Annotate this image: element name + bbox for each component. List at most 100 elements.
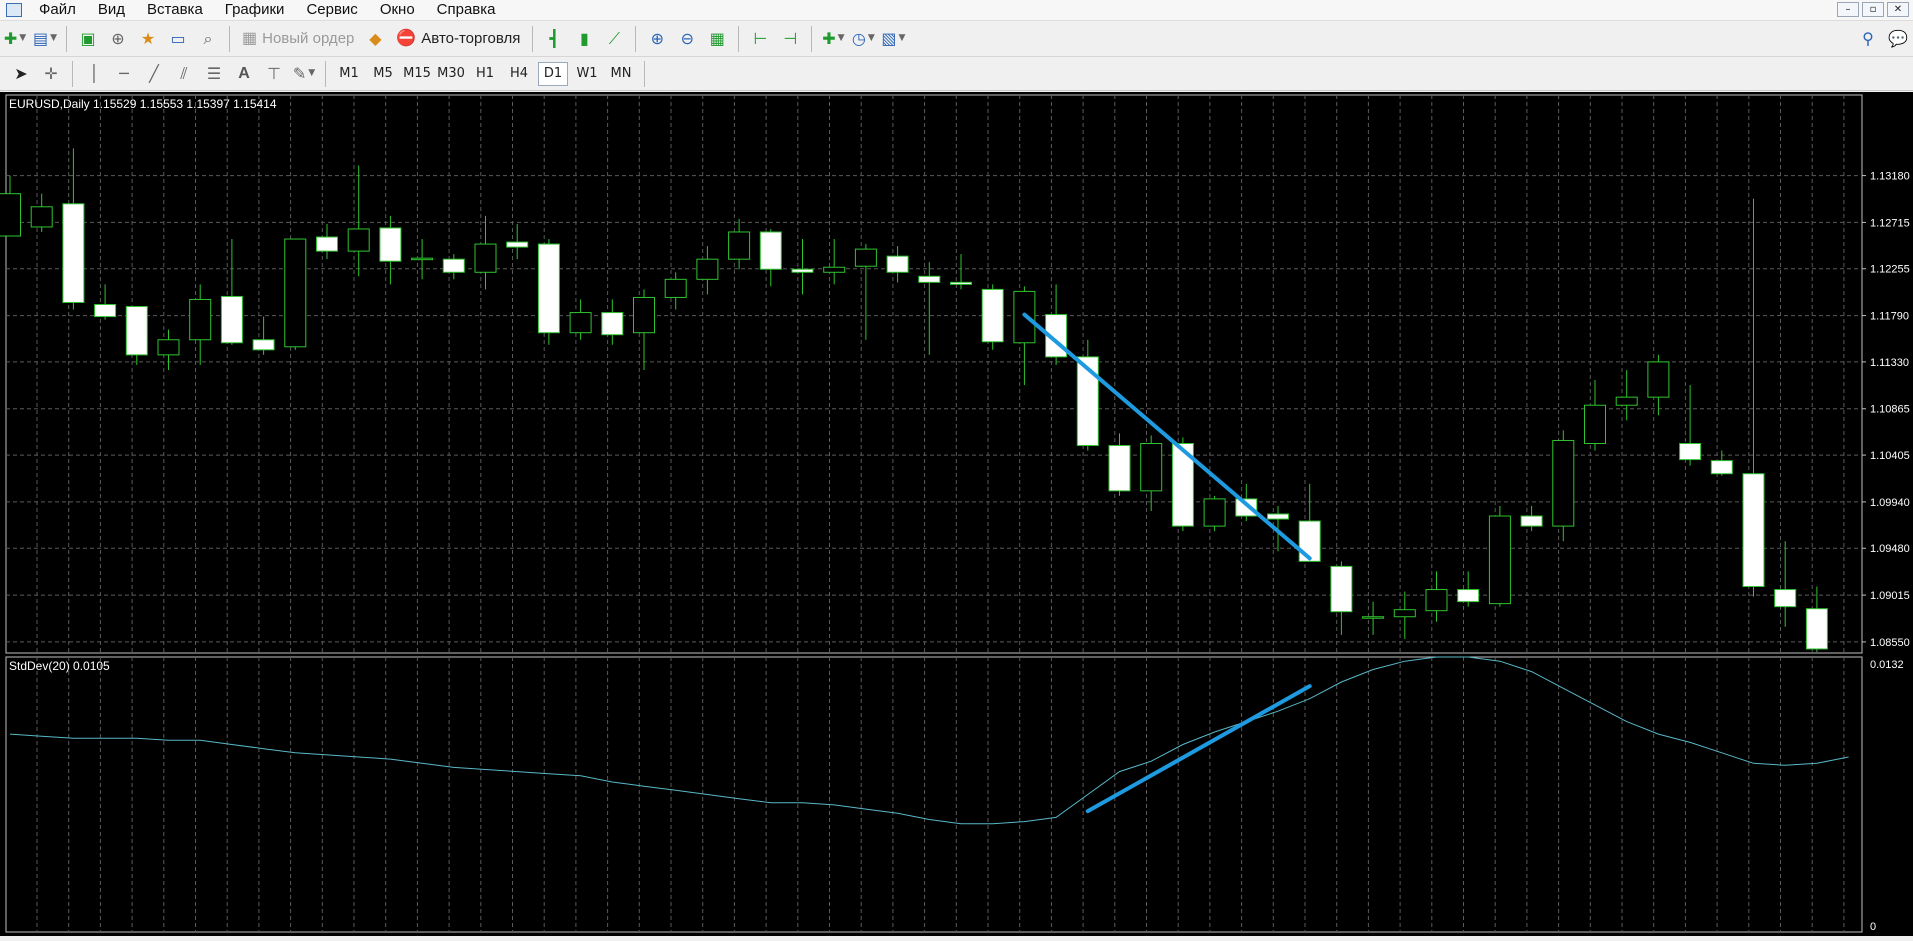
data-window-button[interactable]: ⊕	[105, 26, 131, 52]
menu-tools[interactable]: Сервис	[295, 0, 368, 20]
candle-body	[1710, 460, 1733, 475]
shapes-tool-button[interactable]: ✎ ▼	[291, 61, 317, 87]
line-chart-icon: ⟋	[608, 28, 620, 48]
metaeditor-button[interactable]: ◆	[362, 26, 388, 52]
timeframe-m30[interactable]: M30	[436, 62, 466, 86]
timeframe-d1[interactable]: D1	[538, 61, 568, 86]
search-icon: ⚲	[1862, 28, 1874, 48]
market-watch-button[interactable]: ▣	[75, 26, 101, 52]
candlestick-chart-button[interactable]: ▮	[571, 26, 597, 52]
search-button[interactable]: ⚲	[1855, 26, 1881, 52]
candle-body	[157, 339, 180, 356]
text-label-tool-button[interactable]: ⊤	[261, 61, 287, 87]
timeframe-h4[interactable]: H4	[504, 62, 534, 86]
channel-tool-button[interactable]: ⫽	[171, 61, 197, 87]
menu-help[interactable]: Справка	[426, 0, 507, 20]
strategy-tester-button[interactable]: ⌕	[195, 26, 221, 52]
price-axis-label: 1.09940	[1870, 497, 1910, 509]
candle-body	[379, 227, 402, 262]
periods-button[interactable]: ◷ ▼	[850, 26, 876, 52]
terminal-icon: ▭	[170, 28, 186, 48]
candle-body	[1298, 520, 1321, 562]
chat-button[interactable]: 💬	[1885, 26, 1911, 52]
dropdown-arrow-icon: ▼	[19, 33, 27, 43]
chart-canvas[interactable]: 1.13180 1.12715 1.12255 1.11790 1.11330 1.108…	[0, 92, 1913, 936]
close-button[interactable]: ✕	[1887, 2, 1909, 17]
fibonacci-tool-button[interactable]: ☰	[201, 61, 227, 87]
menu-window[interactable]: Окно	[369, 0, 426, 20]
profiles-button[interactable]: ▤ ▼	[32, 26, 58, 52]
auto-trading-button[interactable]: ⛔ Авто-торговля	[392, 26, 524, 52]
menu-file[interactable]: Файл	[28, 0, 87, 20]
fibonacci-icon: ☰	[206, 63, 222, 83]
candle-body	[1520, 515, 1543, 527]
candle-body	[1552, 439, 1575, 527]
candlestick-icon: ▮	[579, 28, 589, 48]
candle-body	[1203, 498, 1226, 527]
candle-body	[125, 306, 148, 356]
zoom-in-button[interactable]: ⊕	[644, 26, 670, 52]
menu-insert[interactable]: Вставка	[136, 0, 214, 20]
horizontal-line-tool-button[interactable]: ─	[111, 61, 137, 87]
price-axis-label: 1.11330	[1870, 357, 1909, 369]
vertical-line-tool-button[interactable]: │	[81, 61, 107, 87]
auto-scroll-button[interactable]: ⊢	[747, 26, 773, 52]
new-order-button[interactable]: ▦ Новый ордер	[238, 26, 358, 52]
candle-body	[1615, 396, 1638, 406]
price-axis-label: 1.13180	[1870, 171, 1910, 183]
candle-body	[1805, 608, 1828, 650]
zoom-in-icon: ⊕	[650, 28, 665, 48]
timeframe-m5[interactable]: M5	[368, 62, 398, 86]
price-axis-label: 1.08550	[1870, 637, 1910, 649]
timeframe-w1[interactable]: W1	[572, 62, 602, 86]
candle-body	[284, 238, 307, 348]
price-axis-label: 1.10865	[1870, 404, 1910, 416]
crosshair-tool-button[interactable]: ✛	[38, 61, 64, 87]
menu-charts[interactable]: Графики	[214, 0, 296, 20]
bar-chart-button[interactable]: ┫	[541, 26, 567, 52]
crosshair-target-icon: ⊕	[111, 28, 125, 48]
timeframe-m1[interactable]: M1	[334, 62, 364, 86]
candle-body	[696, 258, 719, 280]
auto-scroll-icon: ⊢	[753, 28, 768, 48]
new-chart-button[interactable]: ✚ ▼	[2, 26, 28, 52]
candle-body	[1584, 404, 1606, 444]
cursor-tool-button[interactable]: ➤	[8, 61, 34, 87]
timeframe-m15[interactable]: M15	[402, 62, 432, 86]
candle-body	[474, 243, 497, 273]
indicator-panel-frame	[5, 656, 1863, 933]
menu-view[interactable]: Вид	[87, 0, 136, 20]
drawing-toolbar: ➤ ✛ │ ─ ╱ ⫽ ☰ A ⊤ ✎ ▼ M1 M5 M15 M30 H1 H4…	[0, 57, 1913, 91]
candle-body	[1235, 498, 1258, 517]
price-axis-label: 1.11790	[1870, 311, 1909, 323]
price-trend-line	[1022, 312, 1312, 561]
candle-body	[506, 241, 529, 248]
crosshair-icon: ✛	[44, 63, 58, 83]
market-watch-icon: ▣	[80, 28, 96, 48]
templates-button[interactable]: ▧ ▼	[880, 26, 906, 52]
trendline-tool-button[interactable]: ╱	[141, 61, 167, 87]
chart-header: EURUSD,Daily 1.15529 1.15553 1.15397 1.1…	[9, 97, 277, 111]
indicators-button[interactable]: ✚ ▼	[820, 26, 846, 52]
line-chart-button[interactable]: ⟋	[601, 26, 627, 52]
chart-shift-button[interactable]: ⊣	[777, 26, 803, 52]
candle-body	[62, 203, 85, 303]
metaeditor-icon: ◆	[369, 28, 382, 48]
terminal-button[interactable]: ▭	[165, 26, 191, 52]
candle-body	[1679, 442, 1702, 461]
app-icon[interactable]	[6, 3, 22, 17]
new-order-label: Новый ордер	[262, 30, 355, 47]
timeframe-mn[interactable]: MN	[606, 62, 636, 86]
navigator-button[interactable]: ★	[135, 26, 161, 52]
chart-window[interactable]: 1.13180 1.12715 1.12255 1.11790 1.11330 1.108…	[0, 92, 1913, 936]
dropdown-arrow-icon: ▼	[837, 33, 845, 43]
zoom-out-button[interactable]: ⊖	[674, 26, 700, 52]
timeframe-h1[interactable]: H1	[470, 62, 500, 86]
tile-windows-button[interactable]: ▦	[704, 26, 730, 52]
text-tool-button[interactable]: A	[231, 61, 257, 87]
tester-icon: ⌕	[203, 28, 213, 48]
minimize-button[interactable]: –	[1837, 2, 1859, 17]
restore-button[interactable]: ▫	[1862, 2, 1884, 17]
horizontal-line-icon: ─	[119, 63, 129, 83]
chart-shift-icon: ⊣	[783, 28, 798, 48]
